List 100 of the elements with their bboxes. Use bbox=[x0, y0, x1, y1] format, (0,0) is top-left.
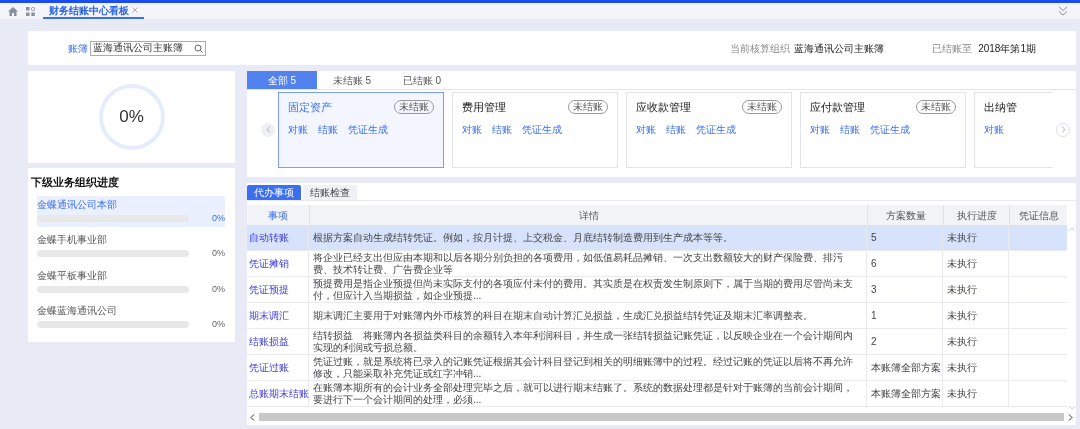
action-link[interactable]: 凭证生成 bbox=[870, 122, 910, 137]
scroll-thumb[interactable] bbox=[259, 413, 1064, 421]
chevron-left-icon bbox=[265, 126, 271, 133]
search-icon[interactable] bbox=[194, 43, 203, 53]
module-card[interactable]: 应付款管理 未结账 对账 结账 凭证生成 bbox=[800, 91, 966, 168]
table-cell: 根据方案自动生成结转凭证。例如，按月计提、上交税金、月底结转制造费用到生产成本等等。 bbox=[313, 231, 733, 244]
table-cell: 未执行 bbox=[947, 387, 977, 400]
scroll-down-icon[interactable] bbox=[1068, 406, 1075, 410]
org-value: 蓝海通讯公司主账簿 bbox=[794, 41, 885, 56]
table-cell: 未执行 bbox=[947, 361, 977, 374]
close-icon[interactable] bbox=[132, 7, 138, 13]
task-link[interactable]: 凭证摊销 bbox=[249, 257, 289, 270]
table-cell: 未执行 bbox=[947, 283, 977, 296]
module-card[interactable]: 费用管理 未结账 对账 结账 凭证生成 bbox=[452, 91, 618, 168]
table-cell-text: 凭证过账，就是系统将已录入的记账凭证根据其会计科目登记到相关的明细账簿中的过程。经过记账的凭证以后将不再允许修改，只能采取补充凭证或红字冲销... bbox=[313, 355, 854, 380]
module-title: 出纳管 bbox=[984, 99, 1017, 115]
action-link[interactable]: 结账 bbox=[318, 122, 338, 137]
action-link[interactable]: 凭证生成 bbox=[522, 122, 562, 137]
table-row[interactable]: 凭证过账 凭证过账，就是系统将已录入的记账凭证根据其会计科目登记到相关的明细账簿中的过程。经过记账的凭证以后将不再允许修改，只能采取补充凭证或红字冲销... 本账簿全部方案 未执行 bbox=[247, 355, 1067, 381]
panel-title: 下级业务组织进度 bbox=[31, 175, 120, 190]
task-link[interactable]: 自动转账 bbox=[249, 231, 289, 244]
action-link[interactable]: 对账 bbox=[288, 122, 308, 137]
table-cell: 未执行 bbox=[947, 335, 977, 348]
action-link[interactable]: 结账 bbox=[666, 122, 686, 137]
table-cell: 1 bbox=[871, 309, 877, 322]
task-link[interactable]: 凭证预提 bbox=[249, 283, 289, 296]
table-cell: 3 bbox=[871, 283, 877, 296]
module-card[interactable]: 出纳管 对账 bbox=[974, 91, 1053, 168]
sub-org-item[interactable]: 金蝶蓝海通讯公司 0% bbox=[37, 302, 225, 334]
table-row[interactable]: 结账损益 结转损益 将账簿内各损益类科目的余额转入本年利润科目，并生成一张结转损益记账凭证，以反映企业在一个会计期间内实现的利润或亏损总额。 2 未执行 bbox=[247, 329, 1067, 355]
table-cell-text: 将企业已经支出但应由本期和以后各期分别负担的各项费用，如低值易耗品摊销、一次支出数额较大的财产保险费、排污费、技术转让费、广告费企业等 bbox=[313, 251, 844, 276]
progress-percent: 0% bbox=[119, 106, 144, 129]
task-link[interactable]: 结账损益 bbox=[249, 335, 289, 348]
table-row[interactable]: 期末调汇 期末调汇主要用于对账簿内外币核算的科目在期末自动计算汇兑损益，生成汇兑损益结转凭证及期末汇率调整表。 1 未执行 bbox=[247, 303, 1067, 329]
status-tab[interactable]: 已结账 0 bbox=[387, 71, 457, 89]
sub-org-item[interactable]: 金蝶手机事业部 0% bbox=[37, 231, 225, 263]
table-cell: 未执行 bbox=[947, 257, 977, 270]
task-link[interactable]: 总账期末结账 bbox=[249, 387, 309, 400]
column-header: 详情 bbox=[578, 208, 599, 223]
table-cell-text: 结转损益 将账簿内各损益类科目的余额转入本年利润科目，并生成一张结转损益记账凭证，以反映企业在一个会计期间内实现的利润或亏损总额。 bbox=[313, 329, 854, 354]
double-chevron-icon[interactable] bbox=[1058, 6, 1068, 16]
table-row[interactable]: 总账期末结账 在账簿本期所有的会计业务全部处理完毕之后，就可以进行期末结账了。系统的数据处理都是针对于账簿的当前会计期间，要进行下一个会计期间的处理，必须... 本账簿全部方案 未执行 bbox=[247, 381, 1067, 407]
progress-percent: 0% bbox=[212, 211, 225, 225]
scroll-up-icon[interactable] bbox=[1068, 227, 1075, 231]
page-tab[interactable]: 财务结账中心看板 bbox=[43, 3, 144, 19]
table-row[interactable]: 凭证预提 预提费用是指企业预提但尚未实际支付的各项应付未付的费用。其实质是在权责发生制原则下，属于当期的费用尽管尚未支付，但应计入当期损益，如企业预提... 3 未执行 bbox=[247, 277, 1067, 303]
action-link[interactable]: 凭证生成 bbox=[696, 122, 736, 137]
module-card[interactable]: 应收款管理 未结账 对账 结账 凭证生成 bbox=[626, 91, 792, 168]
ledger-field[interactable]: 蓝海通讯公司主账簿 bbox=[90, 40, 206, 56]
table-cell: 本账簿全部方案 bbox=[871, 361, 941, 374]
table-row[interactable]: 自动转账 根据方案自动生成结转凭证。例如，按月计提、上交税金、月底结转制造费用到生产成本等等。 5 未执行 bbox=[247, 225, 1067, 251]
table-row[interactable]: 凭证摊销 将企业已经支出但应由本期和以后各期分别负担的各项费用，如低值易耗品摊销、一次支出数额较大的财产保险费、排污费、技术转让费、广告费企业等 6 未执行 bbox=[247, 251, 1067, 277]
closed-value: 2018年第1期 bbox=[978, 41, 1036, 56]
action-link[interactable]: 对账 bbox=[636, 122, 656, 137]
column-header: 方案数量 bbox=[885, 208, 926, 223]
table-cell: 未执行 bbox=[947, 309, 977, 322]
closed-label: 已结账至 bbox=[932, 41, 973, 56]
progress-percent: 0% bbox=[212, 282, 225, 296]
home-icon[interactable] bbox=[8, 6, 18, 16]
column-header: 凭证信息 bbox=[1018, 208, 1059, 223]
previous-button[interactable] bbox=[261, 122, 275, 137]
table-cell-text: 在账簿本期所有的会计业务全部处理完毕之后，就可以进行期末结账了。系统的数据处理都是针对于账簿的当前会计期间，要进行下一个会计期间的处理，必须... bbox=[313, 381, 854, 406]
task-link[interactable]: 期末调汇 bbox=[249, 309, 289, 322]
action-link[interactable]: 对账 bbox=[810, 122, 830, 137]
action-link[interactable]: 结账 bbox=[492, 122, 512, 137]
progress-percent: 0% bbox=[212, 318, 225, 331]
table-cell: 本账簿全部方案 bbox=[871, 387, 941, 400]
action-link[interactable]: 凭证生成 bbox=[348, 122, 388, 137]
module-title: 费用管理 bbox=[462, 99, 506, 115]
apps-icon[interactable] bbox=[26, 6, 35, 16]
column-header: 执行进度 bbox=[956, 208, 997, 223]
sub-org-item[interactable]: 金蝶通讯公司本部 0% bbox=[37, 195, 225, 227]
next-button[interactable] bbox=[1056, 122, 1070, 137]
chevron-right-icon bbox=[1060, 126, 1066, 133]
table-cell: 未执行 bbox=[947, 231, 977, 244]
column-header[interactable]: 事项 bbox=[268, 207, 288, 223]
status-tab[interactable]: 全部 5 bbox=[247, 71, 317, 89]
table-cell: 期末调汇主要用于对账簿内外币核算的科目在期末自动计算汇兑损益，生成汇兑损益结转凭证及期末汇率调整表。 bbox=[313, 309, 813, 322]
scroll-left-icon[interactable] bbox=[250, 413, 255, 421]
sub-org-item[interactable]: 金蝶平板事业部 0% bbox=[37, 266, 225, 298]
task-tab[interactable]: 结账检查 bbox=[303, 185, 357, 200]
module-card[interactable]: 固定资产 未结账 对账 结账 凭证生成 bbox=[278, 91, 444, 168]
scroll-right-icon[interactable] bbox=[1068, 413, 1073, 421]
progress-percent: 0% bbox=[212, 247, 225, 260]
table-cell: 2 bbox=[871, 335, 877, 348]
task-tab[interactable]: 代办事项 bbox=[247, 185, 301, 200]
table-cell: 6 bbox=[871, 257, 877, 270]
task-link[interactable]: 凭证过账 bbox=[249, 361, 289, 374]
status-tab[interactable]: 未结账 5 bbox=[317, 71, 387, 89]
action-link[interactable]: 对账 bbox=[462, 122, 482, 137]
horizontal-scrollbar[interactable] bbox=[247, 412, 1076, 422]
module-title: 应收款管理 bbox=[636, 99, 691, 115]
module-title: 应付款管理 bbox=[810, 99, 865, 115]
action-link[interactable]: 结账 bbox=[840, 122, 860, 137]
action-link[interactable]: 对账 bbox=[984, 122, 1004, 137]
org-label: 当前核算组织 bbox=[730, 41, 791, 56]
ledger-label: 账簿 bbox=[68, 41, 88, 56]
table-cell-text: 预提费用是指企业预提但尚未实际支付的各项应付未付的费用。其实质是在权责发生制原则下，属于当期的费用尽管尚未支付，但应计入当期损益，如企业预提... bbox=[313, 277, 854, 302]
table-cell: 5 bbox=[871, 231, 877, 244]
module-title: 固定资产 bbox=[288, 99, 332, 115]
